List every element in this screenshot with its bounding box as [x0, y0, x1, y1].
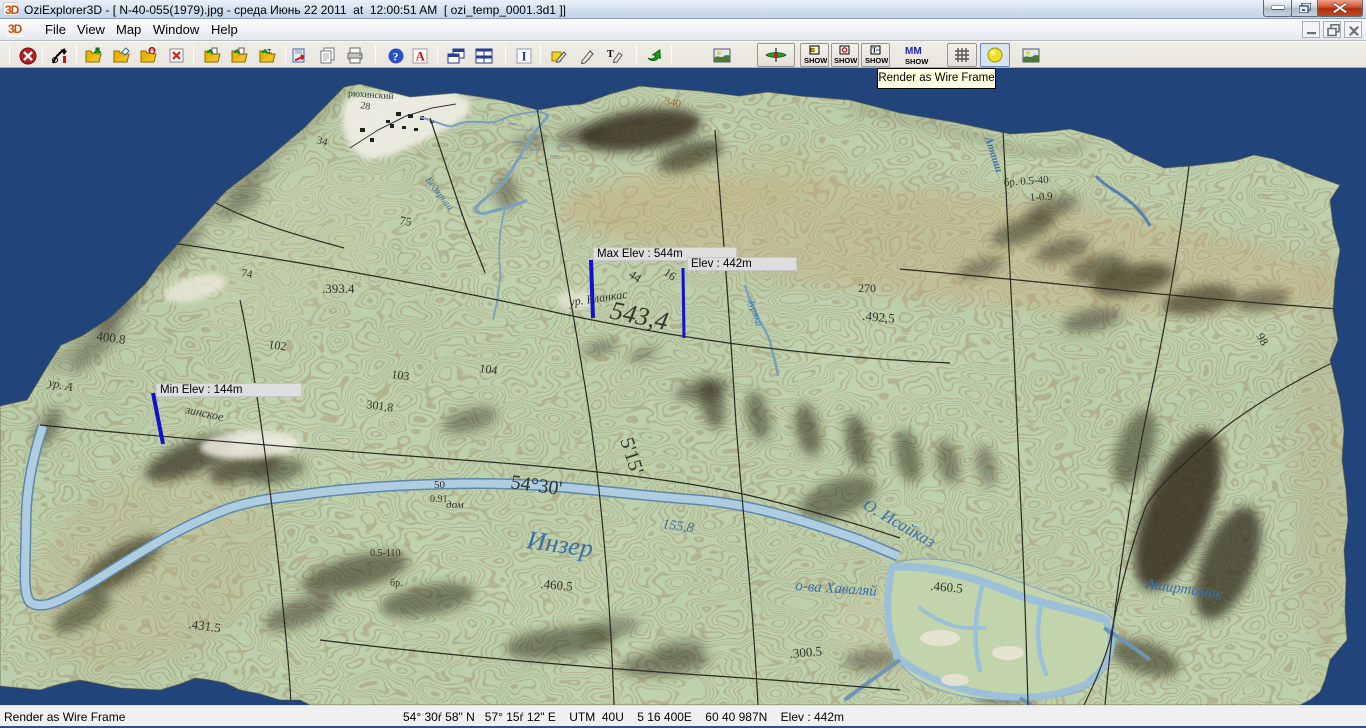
- svg-text:T: T: [607, 49, 614, 60]
- svg-text:75: 75: [398, 213, 412, 229]
- svg-text:SHOW: SHOW: [804, 56, 827, 65]
- svg-text:Н-0.9: Н-0.9: [967, 113, 994, 127]
- svg-text:102: 102: [268, 337, 288, 353]
- svg-text:28: 28: [359, 100, 371, 113]
- svg-text:SHOW: SHOW: [834, 56, 857, 65]
- svg-text:50: 50: [434, 479, 446, 491]
- svg-text:MM: MM: [905, 46, 922, 57]
- svg-text:1-0.9: 1-0.9: [1029, 190, 1053, 204]
- svg-text:A: A: [416, 49, 426, 64]
- svg-text:.393.4: .393.4: [322, 281, 355, 296]
- svg-text:.460.5: .460.5: [540, 576, 574, 594]
- svg-text:.492,5: .492,5: [862, 308, 896, 326]
- svg-text:.460.5: .460.5: [930, 578, 964, 596]
- svg-text:104: 104: [479, 361, 499, 377]
- svg-text:0.5-110: 0.5-110: [370, 548, 400, 559]
- svg-text:SHOW: SHOW: [905, 57, 929, 66]
- svg-text:270: 270: [858, 281, 876, 295]
- svg-text:166,5: 166,5: [1025, 99, 1051, 113]
- svg-text:бр.: бр.: [390, 578, 403, 589]
- svg-text:.300.5: .300.5: [789, 643, 823, 661]
- svg-text:0.91: 0.91: [430, 494, 448, 505]
- svg-text:?: ?: [393, 50, 399, 64]
- svg-text:103: 103: [391, 367, 411, 383]
- svg-text:I: I: [522, 49, 527, 64]
- svg-text:дом: дом: [446, 499, 464, 511]
- svg-text:бр. 0.5-30: бр. 0.5-30: [929, 98, 975, 113]
- svg-text:SHOW: SHOW: [865, 56, 888, 65]
